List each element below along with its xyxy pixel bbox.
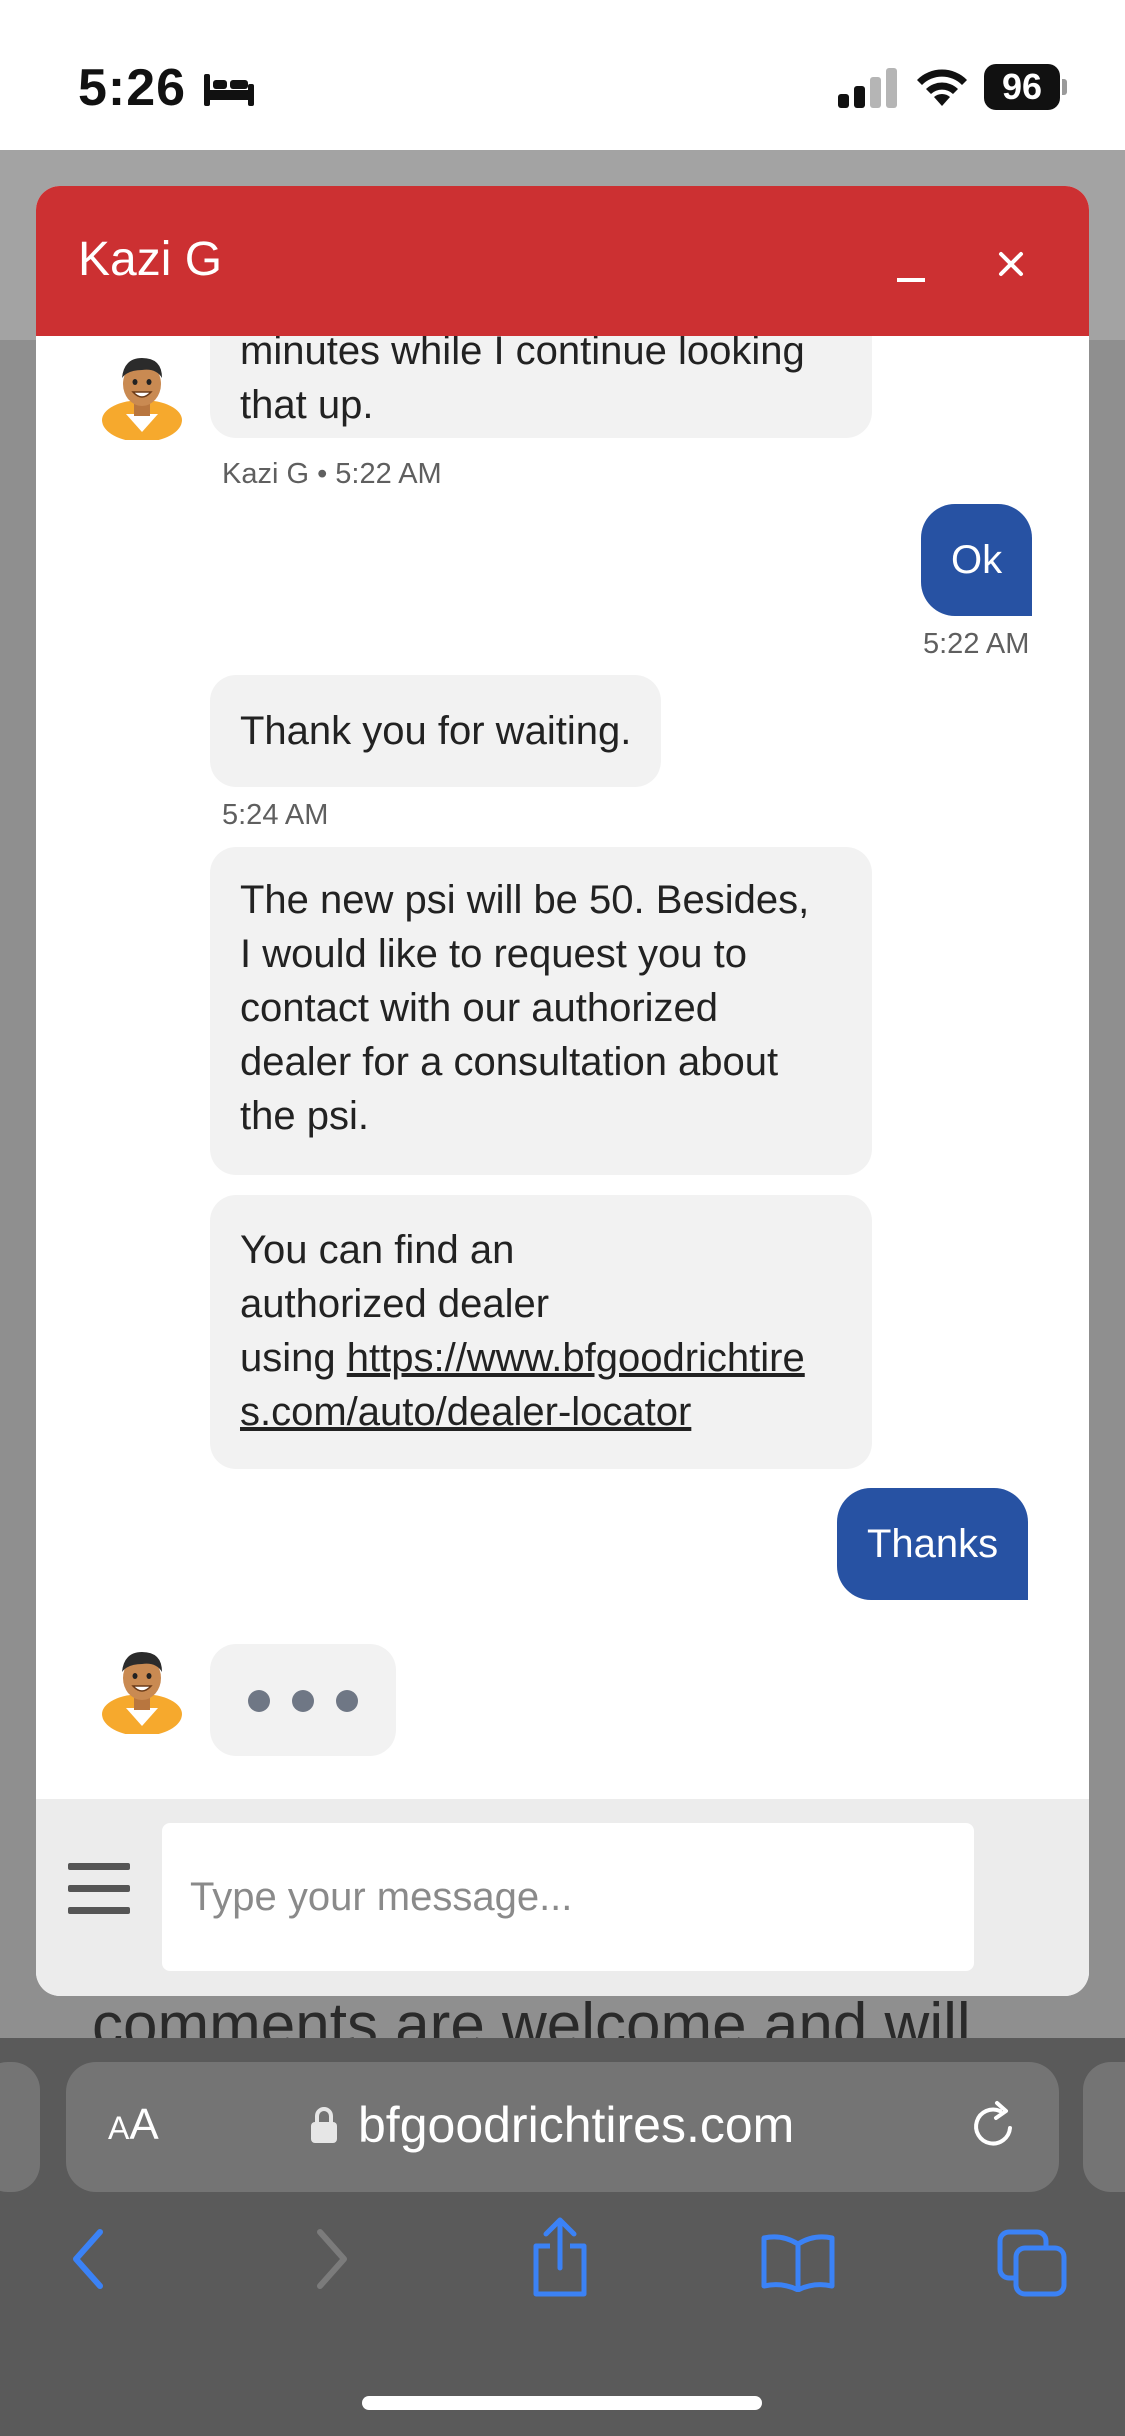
battery-indicator: 96 <box>984 64 1067 110</box>
message-line: You can find an <box>240 1228 515 1272</box>
message-text: using <box>240 1336 336 1380</box>
close-button[interactable] <box>976 226 1046 296</box>
message-meta: 5:22 AM <box>923 628 1030 660</box>
forward-icon[interactable] <box>304 2226 356 2292</box>
wifi-icon <box>917 69 967 106</box>
agent-avatar <box>102 1652 182 1734</box>
text-size-small-label: A <box>108 2110 130 2146</box>
typing-dot <box>248 1690 270 1712</box>
home-indicator[interactable] <box>362 2396 762 2410</box>
message-line: The new psi will be 50. Besides, <box>240 878 810 922</box>
lock-icon <box>311 2107 337 2143</box>
bed-icon <box>204 74 254 106</box>
close-icon <box>999 252 1023 276</box>
chat-window: Kazi G minutes while I continue looking … <box>36 186 1089 1996</box>
battery-tip <box>1062 79 1067 95</box>
message-line: the psi. <box>240 1094 369 1138</box>
reload-icon[interactable] <box>966 2098 1022 2154</box>
next-tab-preview[interactable] <box>1083 2062 1125 2192</box>
user-message: Ok <box>921 504 1033 616</box>
typing-dot <box>336 1690 358 1712</box>
share-icon[interactable] <box>528 2216 592 2298</box>
cellular-signal-icon <box>838 68 897 108</box>
battery-level: 96 <box>984 64 1060 110</box>
message-input[interactable] <box>162 1823 974 1971</box>
tabs-icon[interactable] <box>996 2228 1068 2298</box>
agent-message: minutes while I continue looking that up… <box>210 336 872 438</box>
minimize-icon <box>897 278 925 282</box>
bookmarks-icon[interactable] <box>760 2232 836 2292</box>
browser-bottom-bar: AA bfgoodrichtires.com <box>0 2038 1125 2436</box>
message-line: using https://www.bfgoodrichtire <box>240 1331 842 1385</box>
status-bar: 5:26 96 <box>0 0 1125 150</box>
message-composer <box>36 1799 1089 1996</box>
text-size-button[interactable]: AA <box>108 2100 159 2150</box>
message-line: s.com/auto/dealer-locator <box>240 1385 842 1439</box>
dealer-locator-link-continued[interactable]: s.com/auto/dealer-locator <box>240 1390 691 1434</box>
message-meta: 5:24 AM <box>222 799 329 831</box>
typing-dot <box>292 1690 314 1712</box>
agent-message: You can find an authorized dealer using … <box>210 1195 872 1469</box>
message-line: authorized dealer <box>240 1282 550 1326</box>
message-line: minutes while I continue looking <box>240 336 805 373</box>
message-line: that up. <box>240 383 374 427</box>
status-time: 5:26 <box>78 59 187 117</box>
message-list[interactable]: minutes while I continue looking that up… <box>36 336 1089 1799</box>
agent-avatar <box>102 358 182 440</box>
agent-message: The new psi will be 50. Besides, I would… <box>210 847 872 1175</box>
address-bar[interactable]: AA bfgoodrichtires.com <box>66 2062 1059 2192</box>
previous-tab-preview[interactable] <box>0 2062 40 2192</box>
message-line: I would like to request you to <box>240 932 747 976</box>
back-icon[interactable] <box>64 2226 116 2292</box>
menu-icon[interactable] <box>68 1863 130 1915</box>
agent-name: Kazi G <box>78 233 223 286</box>
chat-header: Kazi G <box>36 186 1089 336</box>
message-meta: Kazi G • 5:22 AM <box>222 458 442 490</box>
minimize-button[interactable] <box>876 226 946 296</box>
message-line: contact with our authorized <box>240 986 719 1030</box>
message-line: dealer for a consultation about <box>240 1040 779 1084</box>
text-size-large-label: A <box>129 2100 159 2149</box>
agent-message: Thank you for waiting. <box>210 675 662 787</box>
typing-indicator <box>210 1644 396 1756</box>
url-text: bfgoodrichtires.com <box>358 2097 795 2153</box>
user-message: Thanks <box>837 1488 1029 1600</box>
dealer-locator-link[interactable]: https://www.bfgoodrichtire <box>347 1336 805 1380</box>
